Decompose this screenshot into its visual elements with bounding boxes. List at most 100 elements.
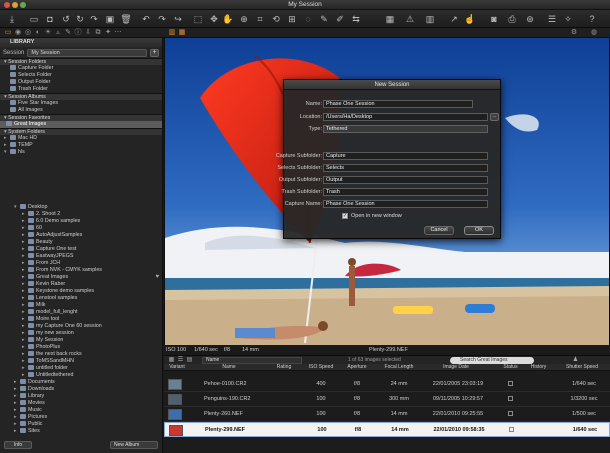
pan-icon[interactable]: ✥	[208, 13, 220, 25]
tree-folder-item[interactable]: ▸ Milk	[0, 302, 163, 309]
tree-folder-item[interactable]: ▸ Movies	[0, 400, 163, 407]
location-field[interactable]: /Users/Ha/Desktop	[323, 113, 488, 121]
search-field[interactable]: Search Great Images	[450, 357, 534, 364]
detail-tab-icon[interactable]: ▵	[54, 29, 62, 37]
tree-folder-item[interactable]: ▸ model_full_lenght	[0, 309, 163, 316]
info-button[interactable]: Info	[4, 441, 32, 449]
output-subfolder-field[interactable]: Output	[323, 176, 488, 184]
tree-folder-item[interactable]: ▸ Downloads	[0, 386, 163, 393]
session-type-select[interactable]: Tethered	[323, 125, 488, 133]
tree-folder-item[interactable]: ▸ Untitledtethered	[0, 372, 163, 379]
redo-arrow-icon[interactable]: ↷	[156, 13, 168, 25]
column-aperture[interactable]: Aperture	[342, 364, 372, 371]
user-icon[interactable]: ♟	[572, 357, 579, 364]
favorite-heart-icon[interactable]: ♥	[155, 274, 159, 281]
tree-folder-item[interactable]: ▸ PhotoPlus	[0, 344, 163, 351]
select-icon[interactable]: ▣	[104, 13, 116, 25]
tree-folder-item[interactable]: ▸ Lenstool samples	[0, 295, 163, 302]
tree-folder-item[interactable]: ▸ Beauty	[0, 239, 163, 246]
focus-mask-icon[interactable]: ▥	[424, 13, 436, 25]
column-iso[interactable]: ISO Speed	[306, 364, 336, 371]
table-row[interactable]: Plenty-299.NEF 100 f/8 14 mm 22/01/2010 09:5…	[164, 422, 610, 437]
capture-name-field[interactable]: Phase One Session	[323, 200, 488, 208]
system-item[interactable]: ▸ TEMP	[0, 142, 162, 149]
tree-folder-item[interactable]: ▸ 2. Shoot 2	[0, 211, 163, 218]
folder-item[interactable]: Capture Folder	[0, 65, 162, 72]
tree-folder-item[interactable]: ▸ 6.0 Demo samples	[0, 218, 163, 225]
exposure-tab-icon[interactable]: ☀	[44, 29, 52, 37]
album-item[interactable]: All Images	[0, 107, 162, 114]
trash-subfolder-field[interactable]: Trash	[323, 188, 488, 196]
section-session-folders[interactable]: Session Folders	[0, 58, 162, 65]
tree-folder-item[interactable]: ▸ AutoAdjustSamples	[0, 232, 163, 239]
tree-folder-item[interactable]: ▸ untitled folder	[0, 365, 163, 372]
zoom-icon[interactable]: ⊕	[238, 13, 250, 25]
capture-subfolder-field[interactable]: Capture	[323, 152, 488, 160]
exposure-warning-icon[interactable]: ⚠	[404, 13, 416, 25]
system-item[interactable]: ▸ Mac HD	[0, 135, 162, 142]
zoom-slider-icon[interactable]: ◍	[590, 29, 598, 37]
tree-folder-item[interactable]: ▸ Great Images ♥	[0, 274, 163, 281]
spot-icon[interactable]: ◌	[302, 13, 314, 25]
trash-icon[interactable]: 🗑	[120, 13, 132, 25]
lens-tab-icon[interactable]: ◎	[24, 29, 32, 37]
table-row[interactable]: Penguins-190.CR2 100 f/8 300 mm 09/11/2005 1…	[164, 392, 610, 407]
tree-folder-item[interactable]: ▸ From NVK - CMYK samples	[0, 267, 163, 274]
adjust-icon[interactable]: ✧	[562, 13, 574, 25]
library-header[interactable]: LIBRARY	[0, 38, 162, 47]
arrow-icon[interactable]: ↗	[448, 13, 460, 25]
column-image-date[interactable]: Image Date	[426, 364, 486, 371]
tree-folder-item[interactable]: ▸ Kevin Raber	[0, 281, 163, 288]
system-item[interactable]: ▾ hls	[0, 149, 162, 156]
tree-folder-item[interactable]: ▸ Music	[0, 407, 163, 414]
redo-icon[interactable]: ↷	[88, 13, 100, 25]
tree-folder-item[interactable]: ▸ my new session	[0, 330, 163, 337]
camera-icon[interactable]: ◘	[44, 13, 56, 25]
process-icon[interactable]: ⊛	[524, 13, 536, 25]
ok-button[interactable]: OK	[464, 226, 494, 235]
tree-folder-item[interactable]: ▸ ToMSSandMHN	[0, 358, 163, 365]
print-icon[interactable]: ⎙	[506, 13, 518, 25]
thumbnail[interactable]	[168, 379, 182, 390]
add-session-button[interactable]: +	[150, 48, 159, 57]
table-row[interactable]: Plenty-260.NEF 100 f/8 14 mm 22/01/2010 09:2…	[164, 407, 610, 422]
hand-icon[interactable]: ✋	[222, 13, 234, 25]
tree-folder-item[interactable]: ▸ From JCH	[0, 260, 163, 267]
thumbnail[interactable]	[168, 409, 182, 420]
rotate-left-icon[interactable]: ↺	[60, 13, 72, 25]
batch-tab-icon[interactable]: ⧉	[94, 29, 102, 37]
session-name-field[interactable]: Phase One Session	[323, 100, 473, 108]
session-select[interactable]: My Session	[27, 48, 147, 57]
folder-item[interactable]: Output Folder	[0, 79, 162, 86]
grid-view-icon[interactable]: ▦	[168, 357, 175, 364]
capture-tab-icon[interactable]: ◉	[14, 29, 22, 37]
rotate-right-icon[interactable]: ↻	[74, 13, 86, 25]
keystone-icon[interactable]: ⊞	[286, 13, 298, 25]
forward-icon[interactable]: ↪	[172, 13, 184, 25]
import-icon[interactable]: ⤓	[6, 13, 18, 25]
cursor-tools-icon[interactable]: ⬚	[192, 13, 204, 25]
sort-select[interactable]: Name	[202, 357, 302, 364]
open-new-window-checkbox[interactable]: ✓	[342, 213, 348, 219]
local-adjust-tab-icon[interactable]: ✎	[64, 29, 72, 37]
column-focal-length[interactable]: Focal Length	[379, 364, 419, 371]
hand-tool-icon[interactable]: ☝	[464, 13, 476, 25]
thumbnail[interactable]	[168, 394, 182, 405]
tree-folder-item[interactable]: ▸ Moire tool	[0, 316, 163, 323]
tree-folder-item[interactable]: ▸ Public	[0, 421, 163, 428]
cancel-button[interactable]: Cancel	[424, 226, 454, 235]
tree-folder-item[interactable]: ▸ Library	[0, 393, 163, 400]
multi-view-icon[interactable]: ▦	[178, 29, 186, 37]
help-icon[interactable]: ?	[586, 13, 598, 25]
tree-folder-item[interactable]: ▸ EastwayJPEGS	[0, 253, 163, 260]
thumbnail[interactable]	[169, 425, 183, 436]
section-session-favorites[interactable]: Session Favorites	[0, 114, 162, 121]
column-status[interactable]: Status	[498, 364, 523, 371]
picker-icon[interactable]: ✎	[318, 13, 330, 25]
column-name[interactable]: Name	[204, 364, 254, 371]
tree-folder-item[interactable]: ▸ my Capture One 60 session	[0, 323, 163, 330]
copy-adjustments-icon[interactable]: ⇆	[350, 13, 362, 25]
menu-icon[interactable]: ☰	[546, 13, 558, 25]
browse-button[interactable]: ...	[490, 113, 499, 121]
settings-icon[interactable]: ⚙	[570, 29, 578, 37]
